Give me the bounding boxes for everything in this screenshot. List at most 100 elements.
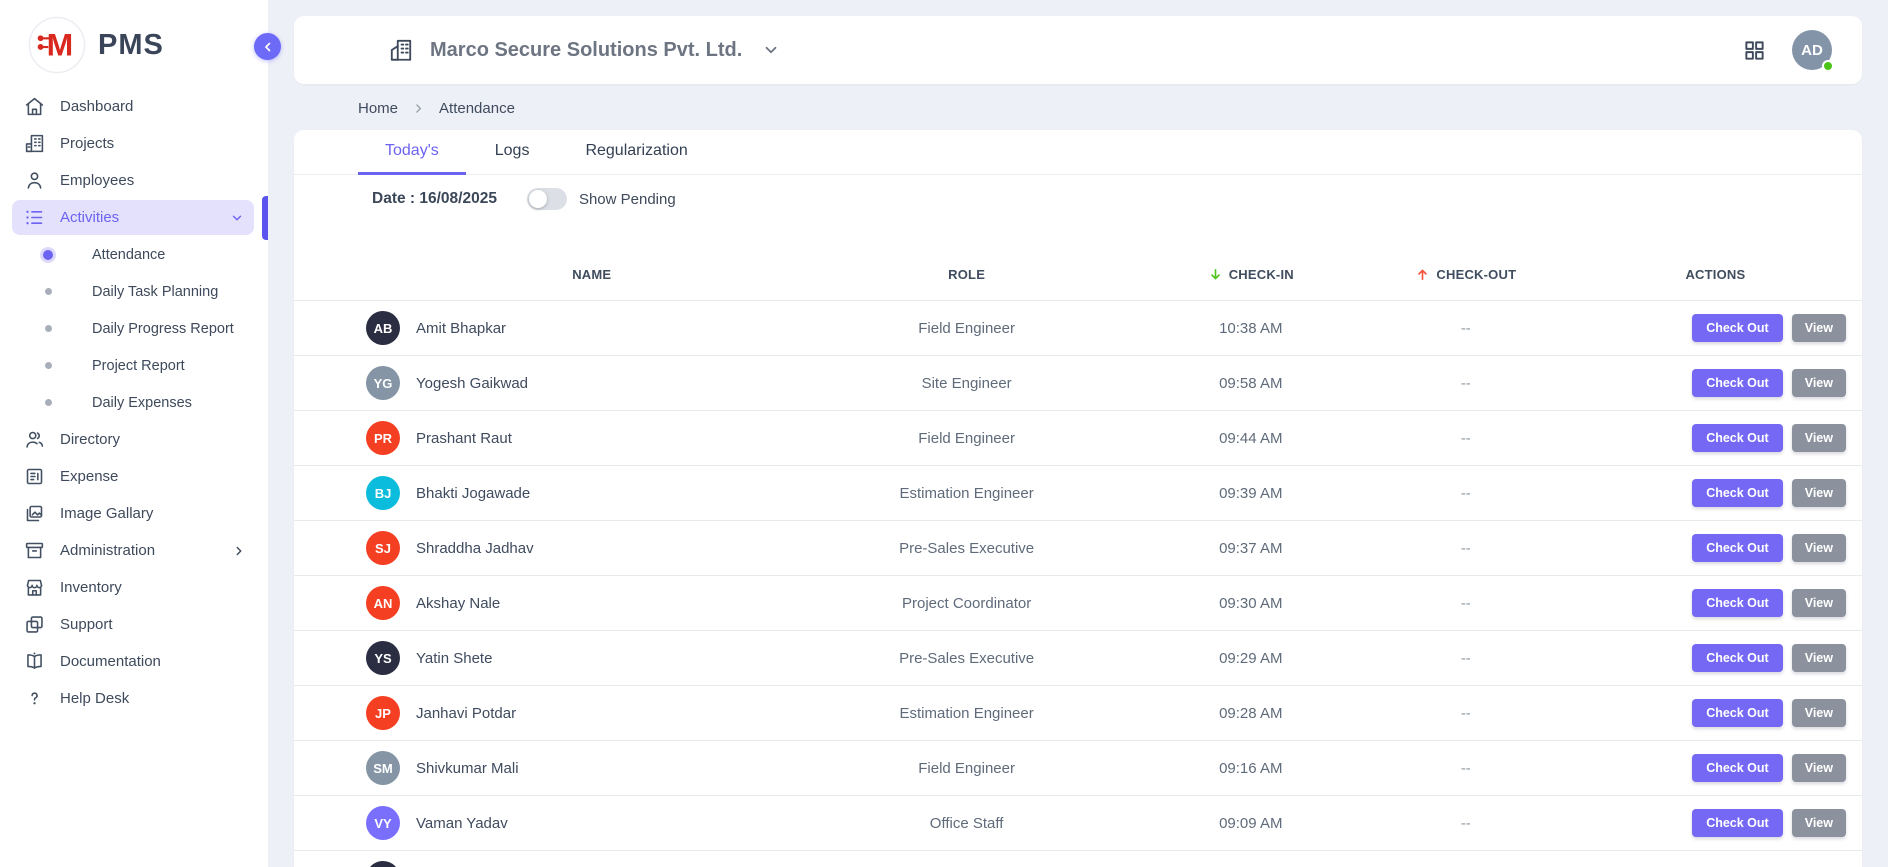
- employee-cell: [310, 861, 778, 867]
- sidebar-item-label: Support: [60, 616, 113, 633]
- check-out-button[interactable]: Check Out: [1692, 424, 1783, 452]
- sidebar-item-activities[interactable]: Activities: [12, 200, 254, 235]
- sidebar-item-help-desk[interactable]: Help Desk: [0, 680, 268, 717]
- chevron-right-icon: [412, 102, 425, 115]
- sidebar-item-label: Administration: [60, 542, 155, 559]
- row-actions: Check Out View: [1585, 369, 1846, 397]
- view-button[interactable]: View: [1792, 534, 1846, 562]
- sidebar-item-dashboard[interactable]: Dashboard: [0, 88, 268, 125]
- employee-cell: AN Akshay Nale: [310, 586, 778, 620]
- sidebar-subitem-attendance[interactable]: Attendance: [0, 236, 268, 273]
- column-header-role[interactable]: ROLE: [778, 267, 1154, 282]
- sidebar-item-inventory[interactable]: Inventory: [0, 569, 268, 606]
- date-label: Date : 16/08/2025: [372, 190, 497, 208]
- check-out-button[interactable]: Check Out: [1692, 644, 1783, 672]
- employee-cell: SMShivkumar Mali: [310, 751, 778, 785]
- apps-grid-icon[interactable]: [1743, 39, 1766, 62]
- sidebar-item-label: Projects: [60, 135, 114, 152]
- sidebar-item-projects[interactable]: Projects: [0, 125, 268, 162]
- employee-cell: YGYogesh Gaikwad: [310, 366, 778, 400]
- check-out-button[interactable]: Check Out: [1692, 699, 1783, 727]
- check-out-time: --: [1347, 705, 1585, 722]
- company-selector[interactable]: Marco Secure Solutions Pvt. Ltd.: [388, 37, 780, 63]
- employee-role: Estimation Engineer: [778, 705, 1154, 722]
- topbar-actions: AD: [1743, 30, 1832, 70]
- check-out-button[interactable]: Check Out: [1692, 589, 1783, 617]
- tab-regularization[interactable]: Regularization: [558, 130, 714, 175]
- sidebar-item-administration[interactable]: Administration: [0, 532, 268, 569]
- copy-icon: [24, 614, 45, 635]
- check-out-button[interactable]: Check Out: [1692, 314, 1783, 342]
- check-out-time: --: [1347, 650, 1585, 667]
- view-button[interactable]: View: [1792, 369, 1846, 397]
- sidebar-item-support[interactable]: Support: [0, 606, 268, 643]
- check-in-time: 09:39 AM: [1155, 485, 1347, 502]
- view-button[interactable]: View: [1792, 644, 1846, 672]
- table-row-partial: [294, 850, 1862, 867]
- table-row: VYVaman YadavOffice Staff09:09 AM--Check…: [294, 795, 1862, 850]
- employee-name: Shivkumar Mali: [416, 760, 519, 777]
- employee-role: Field Engineer: [778, 320, 1154, 337]
- sidebar-subitem-label: Project Report: [92, 358, 185, 374]
- view-button[interactable]: View: [1792, 699, 1846, 727]
- employee-cell: ABAmit Bhapkar: [310, 311, 778, 345]
- sidebar-subitem-daily-expenses[interactable]: Daily Expenses: [0, 384, 268, 421]
- sidebar-collapse-button[interactable]: [254, 33, 281, 60]
- view-button[interactable]: View: [1792, 424, 1846, 452]
- sidebar-item-label: Dashboard: [60, 98, 133, 115]
- sort-up-icon: [1415, 267, 1430, 282]
- employee-name: Vaman Yadav: [416, 815, 508, 832]
- sidebar-subitem-daily-progress-report[interactable]: Daily Progress Report: [0, 310, 268, 347]
- user-avatar[interactable]: AD: [1792, 30, 1832, 70]
- view-button[interactable]: View: [1792, 479, 1846, 507]
- check-in-time: 10:38 AM: [1155, 320, 1347, 337]
- tab-logs[interactable]: Logs: [468, 130, 557, 175]
- breadcrumb: Home Attendance: [358, 98, 1862, 118]
- table-row: YGYogesh GaikwadSite Engineer09:58 AM--C…: [294, 355, 1862, 410]
- check-out-button[interactable]: Check Out: [1692, 754, 1783, 782]
- sidebar-subitem-project-report[interactable]: Project Report: [0, 347, 268, 384]
- view-button[interactable]: View: [1792, 589, 1846, 617]
- employee-cell: JPJanhavi Potdar: [310, 696, 778, 730]
- employee-avatar: YG: [366, 366, 400, 400]
- view-button[interactable]: View: [1792, 314, 1846, 342]
- column-header-checkin[interactable]: CHECK-IN: [1155, 267, 1347, 282]
- breadcrumb-home[interactable]: Home: [358, 100, 398, 117]
- employee-name: Akshay Nale: [416, 595, 500, 612]
- table-row: PRPrashant RautField Engineer09:44 AM--C…: [294, 410, 1862, 465]
- app-root: M PMS Dashboard Projects EmployeesActiviti…: [0, 0, 1888, 867]
- check-in-time: 09:29 AM: [1155, 650, 1347, 667]
- table-row: ANAkshay NaleProject Coordinator09:30 AM…: [294, 575, 1862, 630]
- show-pending-toggle[interactable]: [527, 188, 567, 210]
- online-status-dot: [1822, 60, 1834, 72]
- receipt-icon: [24, 466, 45, 487]
- tab-bar: Today'sLogsRegularization: [294, 130, 1862, 175]
- sidebar-item-employees[interactable]: Employees: [0, 162, 268, 199]
- check-in-time: 09:58 AM: [1155, 375, 1347, 392]
- view-button[interactable]: View: [1792, 809, 1846, 837]
- sidebar-item-image-gallary[interactable]: Image Gallary: [0, 495, 268, 532]
- sidebar-subitem-daily-task-planning[interactable]: Daily Task Planning: [0, 273, 268, 310]
- column-header-name[interactable]: NAME: [310, 267, 778, 282]
- tab-today-s[interactable]: Today's: [358, 130, 466, 175]
- sort-down-icon: [1208, 267, 1223, 282]
- check-out-button[interactable]: Check Out: [1692, 534, 1783, 562]
- employee-role: Office Staff: [778, 815, 1154, 832]
- sidebar-item-directory[interactable]: Directory: [0, 421, 268, 458]
- employee-avatar: AN: [366, 586, 400, 620]
- chevron-down-icon: [762, 41, 780, 59]
- view-button[interactable]: View: [1792, 754, 1846, 782]
- bullet-icon: [40, 284, 56, 300]
- person-icon: [24, 170, 45, 191]
- check-out-time: --: [1347, 320, 1585, 337]
- sidebar-item-documentation[interactable]: Documentation: [0, 643, 268, 680]
- checkout-header-label: CHECK-OUT: [1436, 267, 1516, 282]
- employee-avatar: AB: [366, 311, 400, 345]
- column-header-checkout[interactable]: CHECK-OUT: [1347, 267, 1585, 282]
- employee-name: Shraddha Jadhav: [416, 540, 534, 557]
- check-out-button[interactable]: Check Out: [1692, 479, 1783, 507]
- sidebar-item-expense[interactable]: Expense: [0, 458, 268, 495]
- check-out-button[interactable]: Check Out: [1692, 369, 1783, 397]
- check-out-button[interactable]: Check Out: [1692, 809, 1783, 837]
- logo: M PMS: [0, 0, 268, 88]
